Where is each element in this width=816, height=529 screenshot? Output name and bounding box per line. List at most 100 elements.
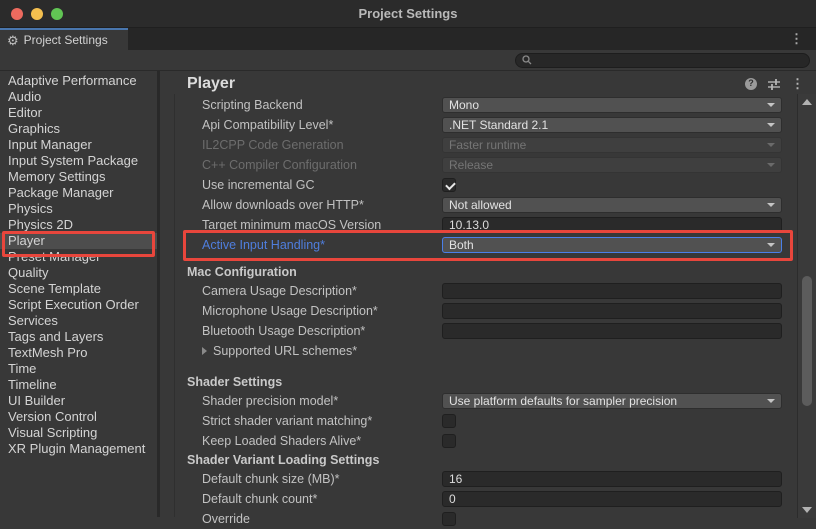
dropdown[interactable]: Not allowed: [442, 197, 782, 213]
dropdown[interactable]: Both: [442, 237, 782, 253]
setting-label: Keep Loaded Shaders Alive*: [202, 434, 442, 448]
checkbox[interactable]: [442, 434, 456, 448]
window-title: Project Settings: [359, 6, 458, 21]
setting-row: Target minimum macOS Version10.13.0: [160, 215, 816, 235]
minimize-button[interactable]: [31, 8, 43, 20]
text-field[interactable]: [442, 303, 782, 319]
setting-row: Supported URL schemes*: [160, 341, 816, 361]
sidebar-item-services[interactable]: Services: [0, 313, 157, 329]
setting-row: C++ Compiler ConfigurationRelease: [160, 155, 816, 175]
text-field[interactable]: [442, 323, 782, 339]
panel-header-icons: ? ⋮: [745, 77, 804, 90]
sidebar-item-preset-manager[interactable]: Preset Manager: [0, 249, 157, 265]
checkbox[interactable]: [442, 512, 456, 526]
setting-row: Camera Usage Description*: [160, 281, 816, 301]
chevron-down-icon: [767, 399, 775, 403]
checkbox[interactable]: [442, 414, 456, 428]
chevron-down-icon: [767, 123, 775, 127]
gear-icon: ⚙: [7, 34, 19, 47]
section-header: Shader Settings: [160, 373, 816, 391]
dropdown-value: Release: [449, 158, 493, 172]
scroll-up-arrow-icon[interactable]: [798, 96, 816, 108]
dropdown-value: Both: [449, 238, 474, 252]
player-settings-panel: Player ? ⋮ Scripting BackendMonoApi Comp…: [160, 71, 816, 517]
dropdown[interactable]: .NET Standard 2.1: [442, 117, 782, 133]
setting-row: Default chunk size (MB)*16: [160, 469, 816, 489]
setting-label: Use incremental GC: [202, 178, 442, 192]
sidebar-item-editor[interactable]: Editor: [0, 105, 157, 121]
dropdown: Release: [442, 157, 782, 173]
scroll-down-arrow-icon[interactable]: [798, 504, 816, 516]
scrollbar-thumb[interactable]: [802, 276, 812, 406]
text-field[interactable]: 10.13.0: [442, 217, 782, 233]
sidebar-item-package-manager[interactable]: Package Manager: [0, 185, 157, 201]
unity-project-settings-window: { "window": { "title": "Project Settings…: [0, 0, 816, 518]
setting-label: Bluetooth Usage Description*: [202, 324, 442, 338]
section-label: Shader Settings: [187, 375, 282, 389]
text-field[interactable]: [442, 283, 782, 299]
setting-row: Scripting BackendMono: [160, 95, 816, 115]
setting-row: Active Input Handling* Both: [160, 235, 816, 255]
settings-sidebar: Adaptive PerformanceAudioEditorGraphicsI…: [0, 71, 160, 517]
chevron-down-icon: [767, 143, 775, 147]
sidebar-item-ui-builder[interactable]: UI Builder: [0, 393, 157, 409]
dropdown-value: Faster runtime: [449, 138, 526, 152]
traffic-lights: [11, 8, 63, 20]
sidebar-item-graphics[interactable]: Graphics: [0, 121, 157, 137]
vertical-scrollbar[interactable]: [797, 94, 816, 518]
section-header: Shader Variant Loading Settings: [160, 451, 816, 469]
setting-row: Microphone Usage Description*: [160, 301, 816, 321]
checkbox[interactable]: [442, 178, 456, 192]
setting-label: Scripting Backend: [202, 98, 442, 112]
dropdown[interactable]: Use platform defaults for sampler precis…: [442, 393, 782, 409]
sidebar-item-timeline[interactable]: Timeline: [0, 377, 157, 393]
tab-label: Project Settings: [24, 33, 108, 47]
setting-label: Api Compatibility Level*: [202, 118, 442, 132]
dropdown: Faster runtime: [442, 137, 782, 153]
sidebar-item-physics[interactable]: Physics: [0, 201, 157, 217]
help-icon[interactable]: ?: [745, 78, 757, 90]
presets-icon[interactable]: [767, 78, 781, 90]
setting-label: Active Input Handling*: [202, 238, 442, 252]
setting-label: Strict shader variant matching*: [202, 414, 442, 428]
tab-project-settings[interactable]: ⚙ Project Settings: [0, 28, 128, 50]
text-field[interactable]: 0: [442, 491, 782, 507]
panel-kebab-icon[interactable]: ⋮: [791, 77, 804, 90]
search-icon: [522, 55, 532, 65]
dropdown-value: .NET Standard 2.1: [449, 118, 548, 132]
sidebar-item-player[interactable]: Player: [0, 233, 157, 249]
setting-label[interactable]: Supported URL schemes*: [202, 344, 442, 358]
setting-row: Default chunk count*0: [160, 489, 816, 509]
sidebar-item-textmesh-pro[interactable]: TextMesh Pro: [0, 345, 157, 361]
dropdown[interactable]: Mono: [442, 97, 782, 113]
sidebar-item-time[interactable]: Time: [0, 361, 157, 377]
foldout-arrow-icon[interactable]: [202, 347, 207, 355]
sidebar-item-scene-template[interactable]: Scene Template: [0, 281, 157, 297]
sidebar-item-adaptive-performance[interactable]: Adaptive Performance: [0, 73, 157, 89]
sidebar-item-audio[interactable]: Audio: [0, 89, 157, 105]
search-box[interactable]: [515, 53, 810, 68]
setting-row: Use incremental GC: [160, 175, 816, 195]
chevron-down-icon: [767, 103, 775, 107]
dropdown-value: Not allowed: [449, 198, 512, 212]
chevron-down-icon: [767, 243, 775, 247]
zoom-button[interactable]: [51, 8, 63, 20]
dropdown-value: Use platform defaults for sampler precis…: [449, 394, 677, 408]
tab-menu-kebab-icon[interactable]: ⋮: [790, 28, 803, 50]
close-button[interactable]: [11, 8, 23, 20]
sidebar-item-visual-scripting[interactable]: Visual Scripting: [0, 425, 157, 441]
sidebar-item-version-control[interactable]: Version Control: [0, 409, 157, 425]
text-field[interactable]: 16: [442, 471, 782, 487]
sidebar-item-tags-and-layers[interactable]: Tags and Layers: [0, 329, 157, 345]
sidebar-item-script-execution-order[interactable]: Script Execution Order: [0, 297, 157, 313]
search-input[interactable]: [536, 54, 803, 67]
setting-row: Strict shader variant matching*: [160, 411, 816, 431]
setting-label: Override: [202, 512, 442, 526]
sidebar-item-xr-plugin-management[interactable]: XR Plugin Management: [0, 441, 157, 457]
sidebar-item-input-system-package[interactable]: Input System Package: [0, 153, 157, 169]
setting-row: Allow downloads over HTTP*Not allowed: [160, 195, 816, 215]
sidebar-item-physics-2d[interactable]: Physics 2D: [0, 217, 157, 233]
sidebar-item-input-manager[interactable]: Input Manager: [0, 137, 157, 153]
sidebar-item-quality[interactable]: Quality: [0, 265, 157, 281]
sidebar-item-memory-settings[interactable]: Memory Settings: [0, 169, 157, 185]
